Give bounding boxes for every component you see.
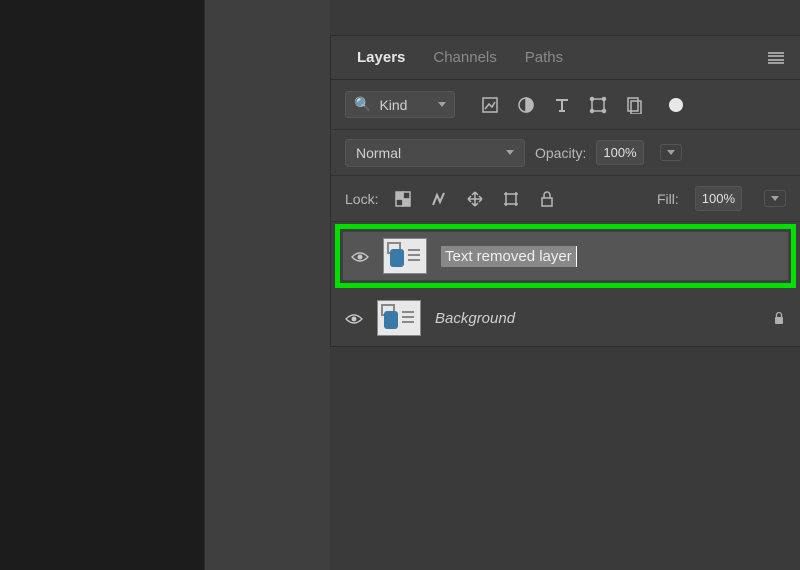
opacity-input[interactable]: 100%: [596, 140, 643, 165]
filter-type-icon[interactable]: [553, 96, 571, 114]
lock-label: Lock:: [345, 191, 378, 207]
blend-row: Normal Opacity: 100%: [331, 130, 800, 176]
fill-label: Fill:: [657, 191, 679, 207]
opacity-label: Opacity:: [535, 145, 586, 161]
filter-smartobject-icon[interactable]: [625, 96, 643, 114]
highlight-annotation: Text removed layer: [335, 224, 796, 288]
panel-menu-icon[interactable]: [768, 52, 784, 64]
layer-name: Background: [435, 310, 515, 327]
layer-filter-row: 🔍 Kind: [331, 80, 800, 130]
filter-toggle[interactable]: [669, 98, 683, 112]
blend-mode-select[interactable]: Normal: [345, 139, 525, 167]
lock-transparent-icon[interactable]: [394, 190, 412, 208]
opacity-dropdown[interactable]: [660, 144, 682, 161]
fill-value: 100%: [702, 191, 735, 206]
lock-all-icon[interactable]: [538, 190, 556, 208]
visibility-toggle[interactable]: [351, 250, 369, 262]
filter-pixel-icon[interactable]: [481, 96, 499, 114]
lock-icon: [772, 311, 786, 325]
tab-paths[interactable]: Paths: [511, 37, 577, 78]
search-icon: 🔍: [354, 96, 371, 113]
layers-panel: Layers Channels Paths 🔍 Kind: [330, 35, 800, 347]
fill-input[interactable]: 100%: [695, 186, 742, 211]
filter-adjustment-icon[interactable]: [517, 96, 535, 114]
layers-list: Text removed layer Background: [331, 224, 800, 346]
filter-shape-icon[interactable]: [589, 96, 607, 114]
canvas-area: [0, 0, 205, 570]
chevron-down-icon: [438, 102, 446, 107]
panel-gutter: [205, 0, 330, 570]
tab-layers[interactable]: Layers: [343, 37, 419, 78]
filter-kind-label: Kind: [379, 97, 430, 113]
layer-row[interactable]: Background: [331, 290, 800, 346]
lock-artboard-icon[interactable]: [502, 190, 520, 208]
lock-row: Lock: Fill: 100%: [331, 176, 800, 222]
layer-name-input[interactable]: Text removed layer: [441, 246, 577, 267]
layer-thumbnail[interactable]: [377, 300, 421, 336]
blend-mode-value: Normal: [356, 145, 401, 161]
lock-image-icon[interactable]: [430, 190, 448, 208]
layer-thumbnail[interactable]: [383, 238, 427, 274]
chevron-down-icon: [506, 150, 514, 155]
opacity-value: 100%: [603, 145, 636, 160]
panel-tabs: Layers Channels Paths: [331, 36, 800, 80]
layer-row[interactable]: Text removed layer: [343, 232, 788, 280]
tab-channels[interactable]: Channels: [419, 37, 510, 78]
fill-dropdown[interactable]: [764, 190, 786, 207]
filter-kind-select[interactable]: 🔍 Kind: [345, 91, 455, 118]
visibility-toggle[interactable]: [345, 312, 363, 324]
lock-position-icon[interactable]: [466, 190, 484, 208]
